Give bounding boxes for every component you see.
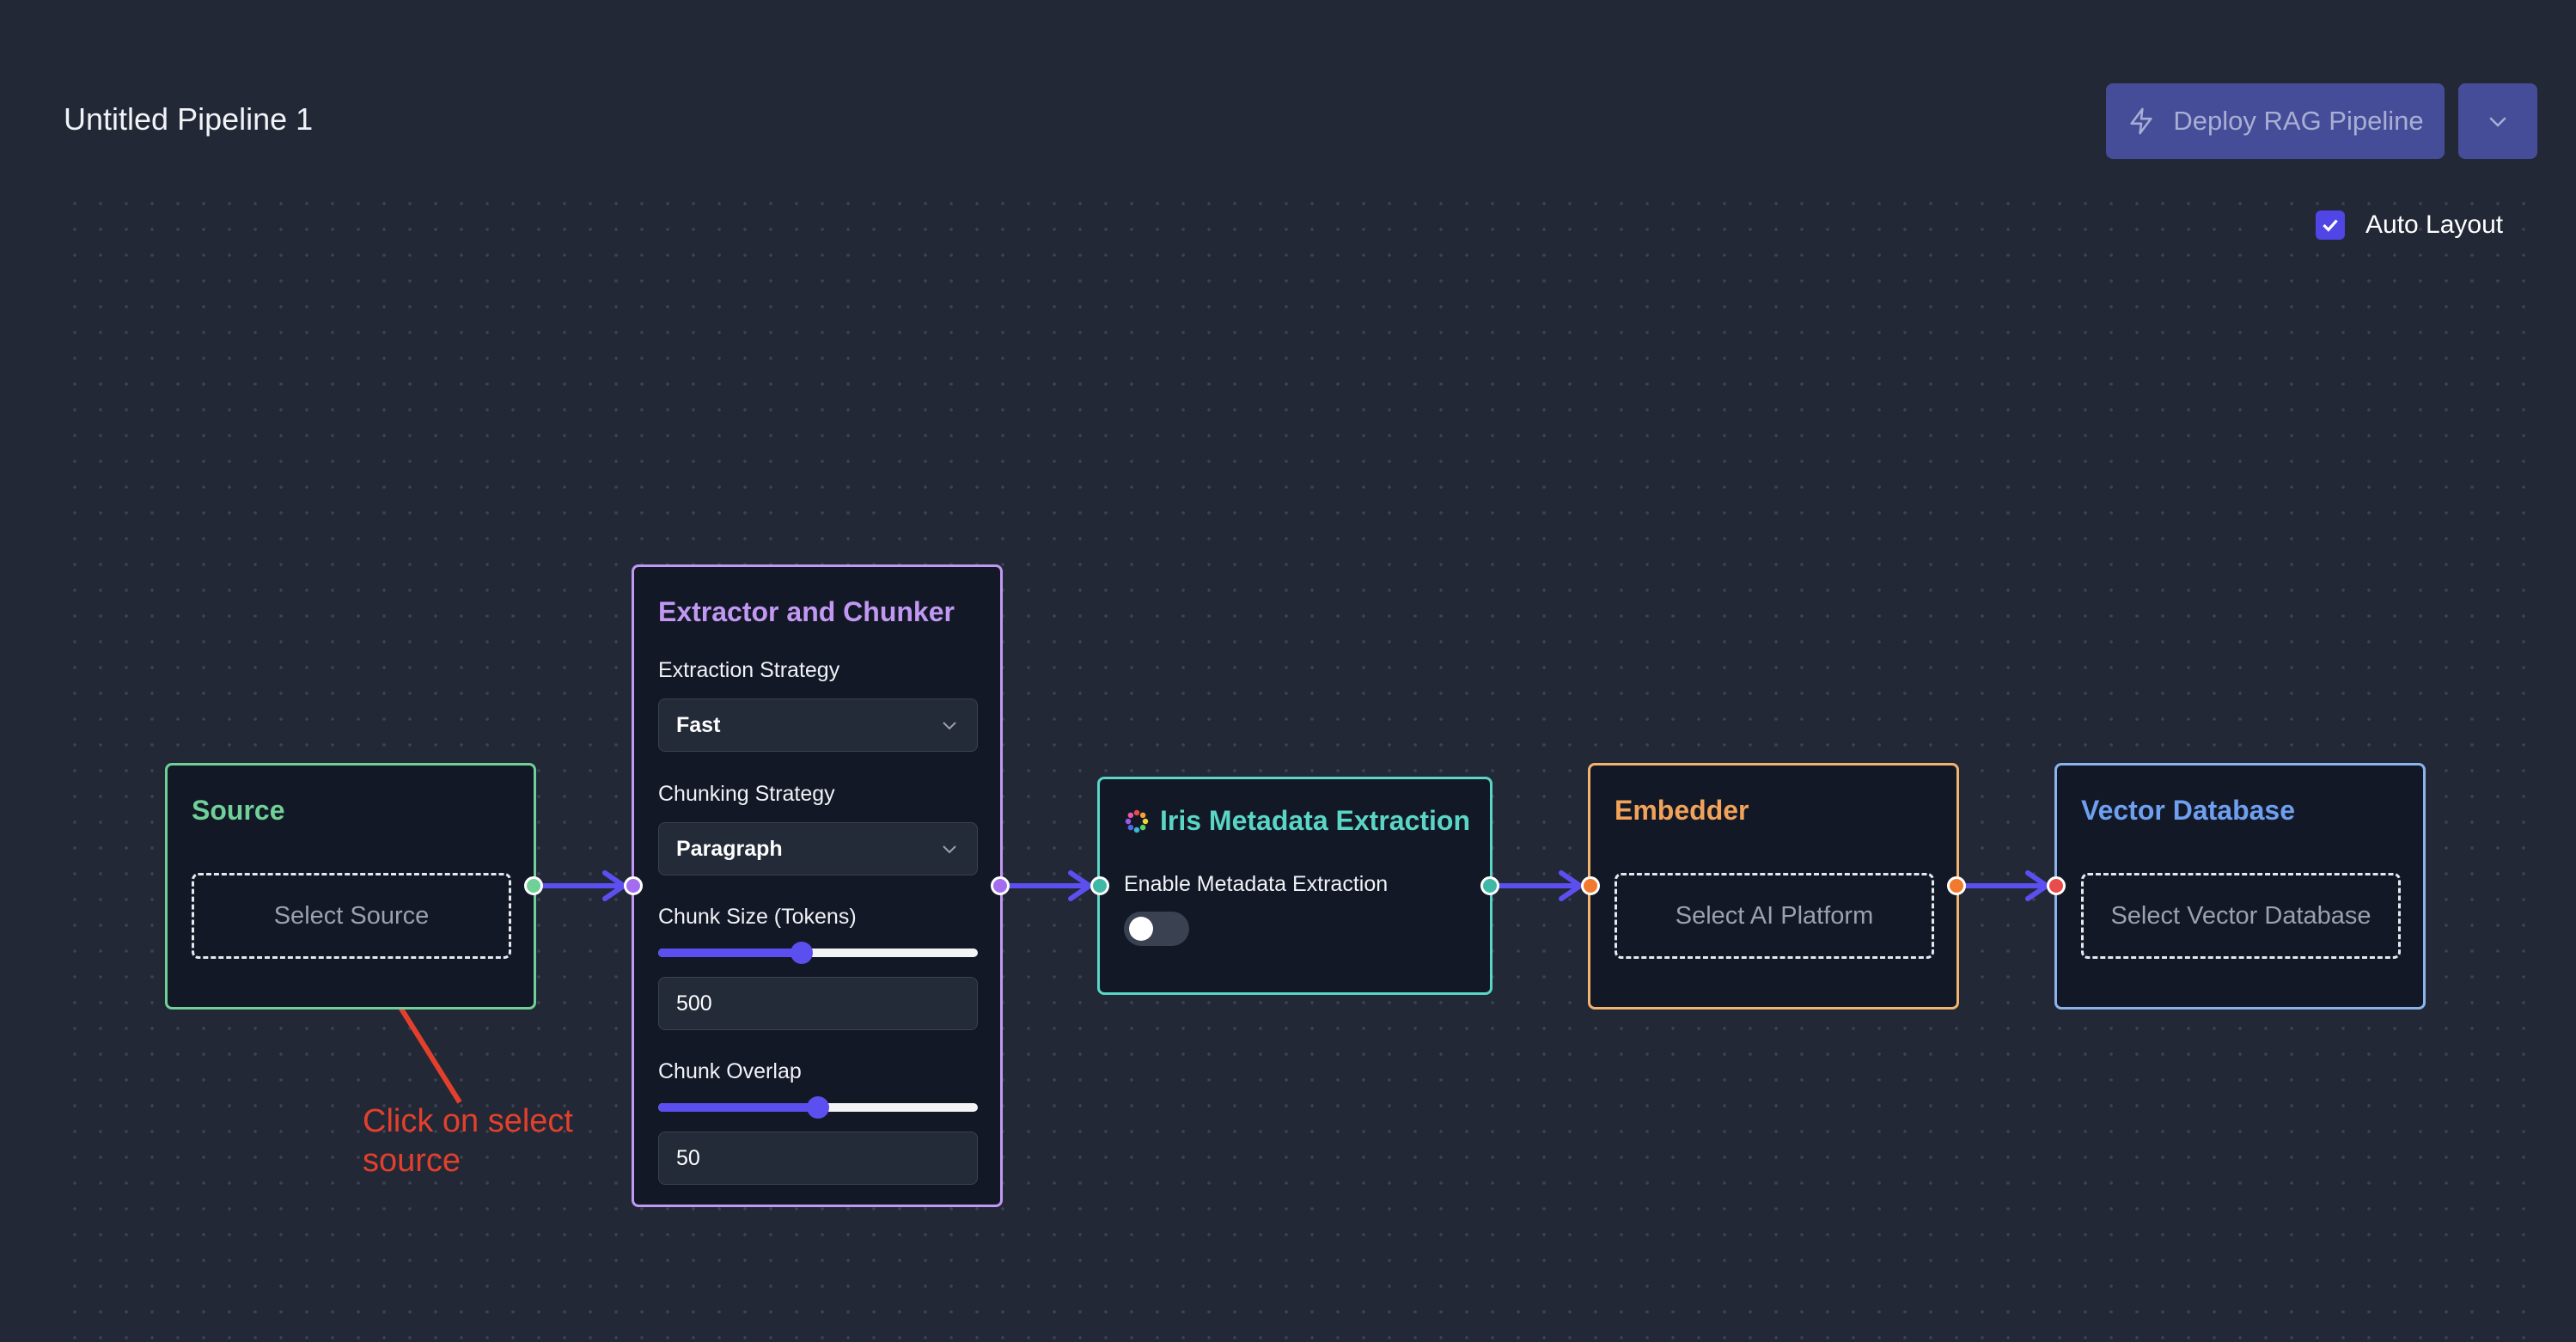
deploy-options-button[interactable] (2458, 83, 2537, 159)
deploy-button-label: Deploy RAG Pipeline (2173, 106, 2424, 136)
source-node-title: Source (192, 795, 285, 826)
chunk-overlap-slider[interactable] (658, 1096, 978, 1119)
auto-layout-checkbox[interactable] (2316, 210, 2345, 240)
chunk-overlap-label: Chunk Overlap (658, 1059, 802, 1083)
embedder-node-title: Embedder (1615, 795, 1749, 826)
chunk-overlap-input[interactable]: 50 (658, 1132, 978, 1185)
slider-fill (658, 1103, 818, 1112)
select-ai-platform-button[interactable]: Select AI Platform (1615, 873, 1934, 959)
extraction-strategy-value: Fast (676, 712, 721, 737)
iris-node-title: Iris Metadata Extraction (1124, 805, 1470, 837)
iris-metadata-node[interactable]: Iris Metadata Extraction Enable Metadata… (1097, 777, 1492, 995)
slider-fill (658, 949, 803, 957)
iris-input-port[interactable] (1090, 876, 1109, 895)
iris-logo-icon (1125, 809, 1149, 833)
enable-metadata-toggle[interactable] (1124, 912, 1189, 946)
vector-input-port[interactable] (2047, 876, 2066, 895)
iris-node-title-text: Iris Metadata Extraction (1160, 805, 1470, 836)
embedder-output-port[interactable] (1947, 876, 1966, 895)
source-output-port[interactable] (524, 876, 543, 895)
source-node[interactable]: Source Select Source (165, 763, 536, 1010)
chunking-strategy-select[interactable]: Paragraph (658, 822, 978, 875)
vector-database-node[interactable]: Vector Database Select Vector Database (2054, 763, 2426, 1010)
extractor-input-port[interactable] (624, 876, 643, 895)
check-icon (2323, 219, 2338, 232)
lightning-icon (2130, 107, 2152, 135)
select-source-button[interactable]: Select Source (192, 873, 511, 959)
chunk-size-label: Chunk Size (Tokens) (658, 905, 857, 929)
enable-metadata-label: Enable Metadata Extraction (1124, 872, 1389, 896)
embedder-input-port[interactable] (1581, 876, 1600, 895)
chevron-down-icon (943, 722, 956, 730)
extraction-strategy-select[interactable]: Fast (658, 698, 978, 752)
vector-node-title: Vector Database (2081, 795, 2296, 826)
chunk-size-slider[interactable] (658, 942, 978, 964)
embedder-node[interactable]: Embedder Select AI Platform (1588, 763, 1959, 1010)
select-vector-database-button[interactable]: Select Vector Database (2081, 873, 2401, 959)
chevron-down-icon (2489, 117, 2506, 127)
auto-layout-label: Auto Layout (2365, 210, 2504, 239)
extractor-chunker-node[interactable]: Extractor and Chunker Extraction Strateg… (632, 564, 1003, 1207)
chevron-down-icon (943, 845, 956, 854)
slider-thumb[interactable] (807, 1096, 829, 1119)
extraction-strategy-label: Extraction Strategy (658, 658, 840, 682)
toggle-knob (1129, 917, 1153, 941)
pipeline-title[interactable]: Untitled Pipeline 1 (64, 101, 313, 137)
deploy-rag-pipeline-button[interactable]: Deploy RAG Pipeline (2106, 83, 2445, 159)
annotation-text: Click on select source (363, 1103, 573, 1179)
chunking-strategy-value: Paragraph (676, 836, 783, 861)
iris-output-port[interactable] (1480, 876, 1499, 895)
chunk-size-input[interactable]: 500 (658, 977, 978, 1030)
extractor-output-port[interactable] (991, 876, 1010, 895)
chunking-strategy-label: Chunking Strategy (658, 782, 835, 806)
slider-thumb[interactable] (791, 942, 814, 964)
extractor-node-title: Extractor and Chunker (658, 596, 955, 627)
auto-layout-toggle[interactable]: Auto Layout (2316, 210, 2503, 240)
